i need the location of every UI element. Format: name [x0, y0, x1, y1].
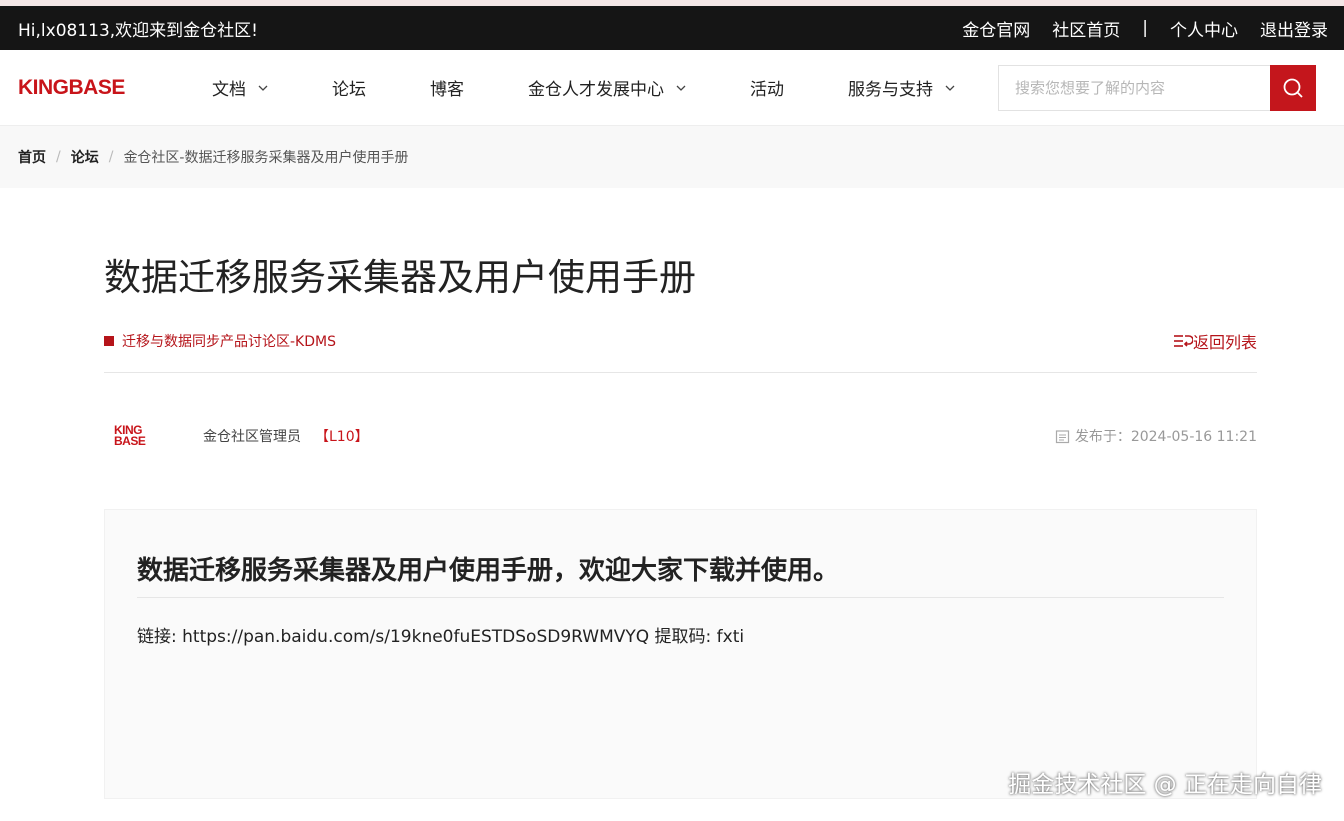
chevron-down-icon: [945, 85, 955, 91]
personal-center-link[interactable]: 个人中心: [1170, 16, 1238, 41]
nav-item-events[interactable]: 活动: [750, 75, 784, 100]
chevron-down-icon: [258, 85, 268, 91]
breadcrumb: 首页 / 论坛 / 金仓社区-数据迁移服务采集器及用户使用手册: [0, 126, 1344, 188]
welcome-text: Hi,lx08113,欢迎来到金仓社区!: [18, 20, 258, 41]
top-links: 金仓官网 社区首页 | 个人中心 退出登录: [962, 16, 1328, 41]
breadcrumb-home[interactable]: 首页: [18, 147, 46, 167]
breadcrumb-separator: /: [56, 149, 61, 165]
breadcrumb-current: 金仓社区-数据迁移服务采集器及用户使用手册: [123, 150, 409, 166]
chevron-down-icon: [676, 85, 686, 91]
kingbase-logo[interactable]: KINGBASE: [18, 76, 140, 100]
nav-item-label: 博客: [430, 80, 464, 100]
search-icon: [1283, 78, 1303, 98]
nav-item-label: 文档: [212, 80, 246, 100]
post-body: 数据迁移服务采集器及用户使用手册，欢迎大家下载并使用。 链接: https://…: [104, 509, 1257, 800]
watermark: 掘金技术社区 @ 正在走向自律: [1008, 772, 1322, 798]
nav-menu: 文档 论坛 博客 金仓人才发展中心 活动 服务与支持: [212, 75, 955, 100]
nav-item-blog[interactable]: 博客: [430, 75, 464, 100]
avatar-text-bottom: BASE: [114, 434, 146, 449]
post-body-heading: 数据迁移服务采集器及用户使用手册，欢迎大家下载并使用。: [137, 550, 1224, 599]
search-box: [998, 64, 1316, 111]
breadcrumb-separator: /: [108, 149, 114, 165]
logout-link[interactable]: 退出登录: [1260, 16, 1328, 41]
nav-item-label: 服务与支持: [848, 80, 933, 100]
main-nav: KINGBASE 文档 论坛 博客 金仓人才发展中心 活动 服务与支持: [0, 50, 1344, 126]
publish-date: 发布于：2024-05-16 11:21: [1055, 426, 1257, 446]
nav-item-docs[interactable]: 文档: [212, 75, 268, 100]
category-label: 迁移与数据同步产品讨论区-KDMS: [122, 334, 336, 351]
nav-item-label: 金仓人才发展中心: [528, 80, 664, 100]
top-links-separator: |: [1142, 18, 1148, 38]
search-input[interactable]: [998, 64, 1270, 111]
community-home-link[interactable]: 社区首页: [1052, 16, 1120, 41]
back-to-list-button[interactable]: 返回列表: [1173, 329, 1257, 353]
calendar-icon: [1055, 430, 1069, 443]
author-row: KING BASE 金仓社区管理员 【L10】 发布于：2024-05-16 1…: [104, 413, 1257, 459]
top-bar: Hi,lx08113,欢迎来到金仓社区! 金仓官网 社区首页 | 个人中心 退出…: [0, 6, 1344, 50]
category-tag[interactable]: 迁移与数据同步产品讨论区-KDMS: [104, 331, 336, 351]
divider: [104, 372, 1257, 374]
nav-item-label: 活动: [750, 80, 784, 100]
nav-item-service-support[interactable]: 服务与支持: [848, 75, 955, 100]
avatar[interactable]: KING BASE: [104, 413, 160, 459]
author-name[interactable]: 金仓社区管理员: [203, 426, 301, 446]
nav-item-forum[interactable]: 论坛: [332, 75, 366, 100]
list-return-icon: [1173, 335, 1193, 348]
post-meta: 迁移与数据同步产品讨论区-KDMS 返回列表: [104, 330, 1257, 352]
post-content: 数据迁移服务采集器及用户使用手册 迁移与数据同步产品讨论区-KDMS 返回列表 …: [104, 256, 1257, 800]
publish-date-text: 发布于：2024-05-16 11:21: [1074, 429, 1257, 446]
official-site-link[interactable]: 金仓官网: [962, 16, 1030, 41]
breadcrumb-forum[interactable]: 论坛: [71, 147, 99, 167]
author-level-badge: 【L10】: [315, 429, 369, 446]
square-icon: [104, 336, 114, 347]
back-to-list-label: 返回列表: [1192, 333, 1257, 353]
nav-item-label: 论坛: [332, 80, 366, 100]
nav-item-talent-center[interactable]: 金仓人才发展中心: [528, 75, 686, 100]
search-button[interactable]: [1270, 64, 1316, 111]
post-body-text: 链接: https://pan.baidu.com/s/19kne0fuESTD…: [137, 627, 745, 648]
page-title: 数据迁移服务采集器及用户使用手册: [104, 256, 696, 299]
